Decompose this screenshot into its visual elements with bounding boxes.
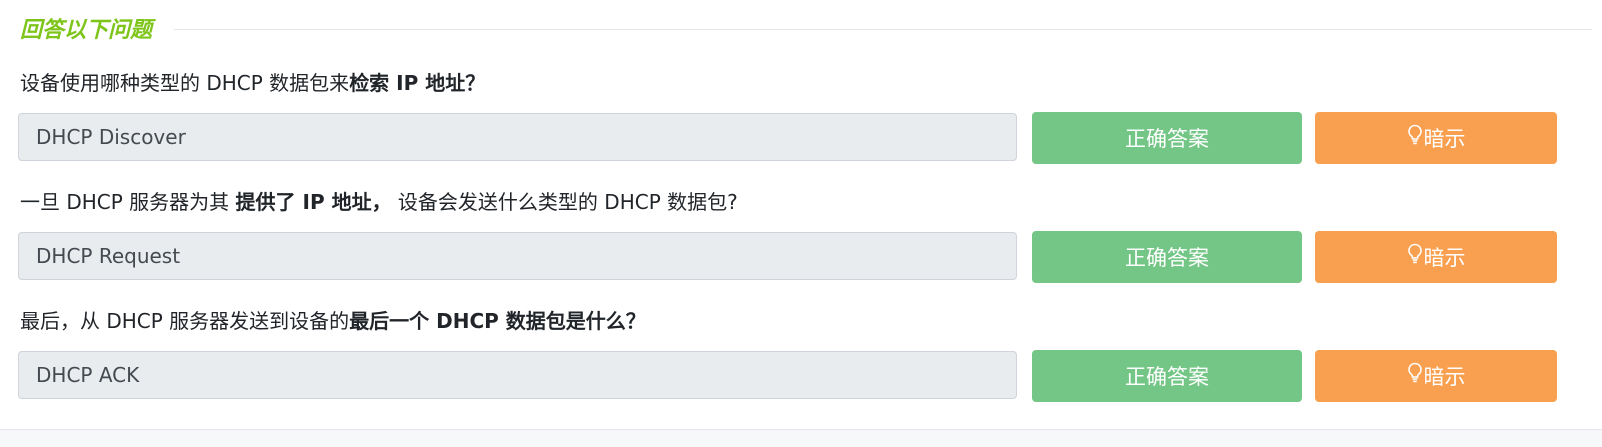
lightbulb-icon [1407,243,1422,264]
hint-button-3-label: 暗示 [1423,365,1466,389]
answer-row-2: DHCP Request 正确答案 暗示 [18,231,1575,283]
correct-answer-button-2[interactable]: 正确答案 [1032,231,1302,283]
question-2-part-1: 一旦 DHCP 服务器为其 [20,190,236,214]
question-2-part-2: 提供了 IP 地址， [235,190,392,214]
hint-button-1[interactable]: 暗示 [1315,112,1557,164]
hint-button-3[interactable]: 暗示 [1315,350,1557,402]
answer-field-1[interactable]: DHCP Discover [18,113,1017,161]
answer-row-1: DHCP Discover 正确答案 暗示 [18,112,1575,164]
section-title: 回答以下问题 [20,17,153,43]
lightbulb-icon [1407,124,1422,145]
lightbulb-icon [1407,362,1422,383]
question-1-part-1: 设备使用哪种类型的 DHCP 数据包来 [20,71,350,95]
question-1-part-2: 检索 IP 地址？ [349,71,486,95]
correct-answer-button-3[interactable]: 正确答案 [1032,350,1302,402]
question-3-part-2: 最后一个 DHCP 数据包是什么？ [349,309,646,333]
section-header: 回答以下问题 [20,10,1592,46]
answer-field-2[interactable]: DHCP Request [18,232,1017,280]
correct-answer-button-1[interactable]: 正确答案 [1032,112,1302,164]
hint-button-1-label: 暗示 [1423,127,1466,151]
answer-row-3: DHCP ACK 正确答案 暗示 [18,350,1575,402]
bottom-strip [0,430,1602,447]
question-1-text: 设备使用哪种类型的 DHCP 数据包来检索 IP 地址？ [20,70,485,96]
question-3-text: 最后，从 DHCP 服务器发送到设备的最后一个 DHCP 数据包是什么？ [20,308,646,334]
hint-button-2-label: 暗示 [1423,246,1466,270]
hint-button-2[interactable]: 暗示 [1315,231,1557,283]
question-2-text: 一旦 DHCP 服务器为其 提供了 IP 地址， 设备会发送什么类型的 DHCP… [20,189,738,215]
question-panel: 回答以下问题 设备使用哪种类型的 DHCP 数据包来检索 IP 地址？ DHCP… [0,0,1602,447]
question-2-part-3: 设备会发送什么类型的 DHCP 数据包? [391,190,738,214]
section-divider [174,28,1592,30]
question-3-part-1: 最后，从 DHCP 服务器发送到设备的 [20,309,350,333]
answer-field-3[interactable]: DHCP ACK [18,351,1017,399]
